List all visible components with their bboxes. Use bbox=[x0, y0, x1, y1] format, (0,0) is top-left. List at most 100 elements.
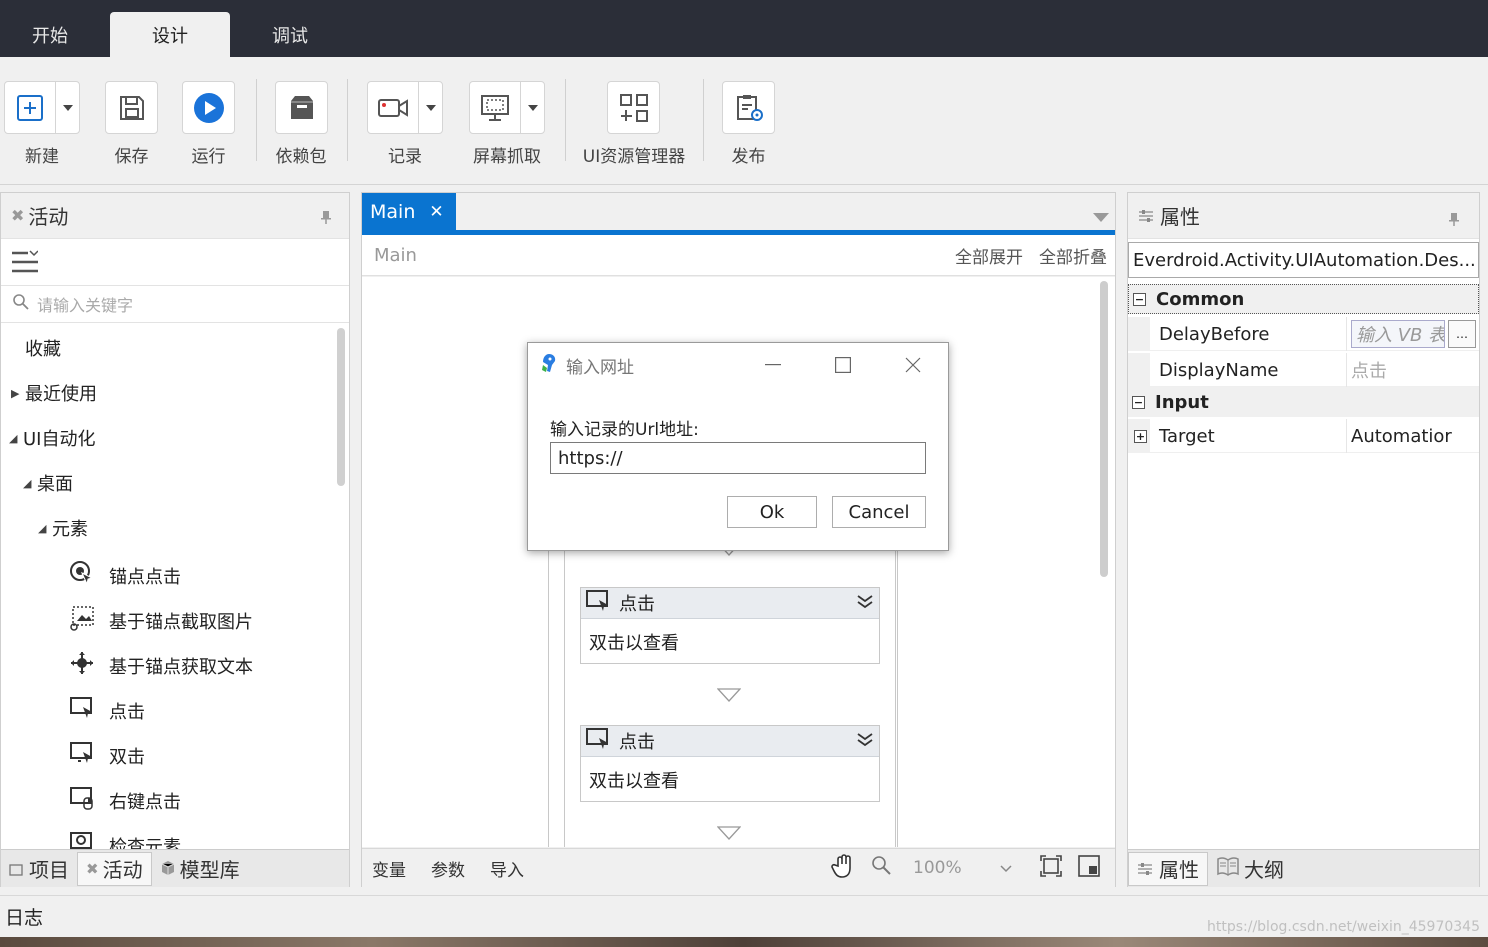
tree-item-ui-automation[interactable]: ◢ UI自动化 bbox=[9, 425, 95, 451]
activity-click[interactable]: 点击 bbox=[69, 695, 145, 726]
ui-resource-manager-button[interactable] bbox=[607, 81, 660, 134]
activity-search-input[interactable]: 请输入关键字 bbox=[1, 285, 349, 323]
collapse-category-icon[interactable]: − bbox=[1132, 395, 1145, 409]
record-button[interactable] bbox=[367, 81, 443, 134]
tab-project[interactable]: 项目 bbox=[1, 852, 77, 886]
displayname-input[interactable]: 点击 bbox=[1346, 353, 1479, 387]
delaybefore-input[interactable]: 输入 VB 表 … bbox=[1346, 317, 1479, 351]
tab-outline[interactable]: 大纲 bbox=[1208, 852, 1292, 886]
play-icon bbox=[183, 82, 234, 133]
screen-capture-dropdown-icon[interactable] bbox=[520, 82, 544, 133]
variables-button[interactable]: 变量 bbox=[372, 856, 406, 881]
click-activity-card[interactable]: 点击 双击以查看 bbox=[580, 587, 880, 664]
overview-icon[interactable] bbox=[1077, 854, 1100, 882]
activity-double-click[interactable]: 双击 bbox=[69, 740, 145, 771]
maximize-icon[interactable] bbox=[808, 343, 878, 387]
pin-icon[interactable] bbox=[321, 209, 331, 224]
click-icon bbox=[69, 695, 97, 726]
tab-debug[interactable]: 调试 bbox=[230, 12, 350, 57]
new-button[interactable] bbox=[4, 81, 80, 134]
imports-button[interactable]: 导入 bbox=[490, 856, 524, 881]
activity-inspect-element[interactable]: 检查元素 bbox=[69, 830, 181, 849]
tab-overflow-icon[interactable] bbox=[1093, 207, 1109, 227]
search-placeholder: 请输入关键字 bbox=[37, 296, 134, 315]
click-activity-card[interactable]: 点击 双击以查看 bbox=[580, 725, 880, 802]
document-tab-main[interactable]: Main ✕ bbox=[362, 193, 456, 230]
new-dropdown-icon[interactable] bbox=[55, 82, 79, 133]
ellipsis-button[interactable]: … bbox=[1448, 320, 1476, 348]
close-tab-icon[interactable]: ✕ bbox=[429, 202, 443, 222]
fit-to-screen-icon[interactable] bbox=[1039, 854, 1062, 882]
expand-all-button[interactable]: 全部展开 bbox=[955, 243, 1023, 268]
tree-item-recent[interactable]: ▶ 最近使用 bbox=[11, 380, 97, 406]
activities-tab-icon: ✖ bbox=[86, 859, 99, 878]
category-input[interactable]: − Input bbox=[1128, 387, 1479, 417]
record-dropdown-icon[interactable] bbox=[418, 82, 442, 133]
activities-panel: ✖ 活动 请输入关键字 收藏 ▶ 最近使用 ◢ UI自动化 ◢ 桌面 ◢ 元素 … bbox=[0, 192, 350, 887]
designer-footer: 变量 参数 导入 100% bbox=[362, 848, 1115, 887]
arguments-button[interactable]: 参数 bbox=[431, 856, 465, 881]
filter-list-icon[interactable] bbox=[12, 250, 39, 279]
collapse-all-button[interactable]: 全部折叠 bbox=[1039, 243, 1107, 268]
tree-item-elements[interactable]: ◢ 元素 bbox=[38, 515, 88, 541]
breadcrumb[interactable]: Main bbox=[374, 245, 417, 266]
activity-anchor-screenshot[interactable]: 基于锚点截取图片 bbox=[69, 605, 253, 636]
tab-design[interactable]: 设计 bbox=[110, 12, 230, 57]
activity-header: 点击 bbox=[581, 588, 879, 619]
tab-model-library[interactable]: 模型库 bbox=[152, 852, 248, 886]
zoom-level[interactable]: 100% bbox=[913, 858, 962, 878]
hand-pan-icon[interactable] bbox=[831, 853, 857, 884]
publish-button[interactable] bbox=[722, 81, 775, 134]
grid-add-icon bbox=[608, 82, 659, 133]
properties-panel-header: 属性 bbox=[1128, 193, 1479, 239]
url-input[interactable]: https:// bbox=[550, 442, 926, 474]
activity-anchor-get-text[interactable]: 基于锚点获取文本 bbox=[69, 650, 253, 681]
tab-activities[interactable]: ✖ 活动 bbox=[77, 851, 152, 886]
selected-activity-type: Everdroid.Activity.UIAutomation.Des... bbox=[1128, 242, 1479, 278]
ribbon-toolbar: 新建 保存 运行 依赖包 记录 屏幕抓取 UI资源管理器 发布 bbox=[0, 57, 1488, 185]
activities-scrollbar[interactable] bbox=[337, 328, 345, 486]
activities-panel-icon: ✖ bbox=[11, 206, 25, 225]
drop-arrow-icon[interactable] bbox=[716, 687, 742, 707]
screen-capture-button[interactable] bbox=[469, 81, 545, 134]
collapse-arrow-icon[interactable]: ◢ bbox=[23, 477, 37, 490]
tree-item-desktop[interactable]: ◢ 桌面 bbox=[23, 470, 73, 496]
tree-item-favorites[interactable]: 收藏 bbox=[25, 335, 61, 361]
property-row-target: + Target Automatior bbox=[1128, 419, 1479, 453]
collapse-chevron-icon[interactable] bbox=[857, 731, 873, 752]
tab-start[interactable]: 开始 bbox=[0, 12, 110, 57]
inspect-element-icon bbox=[69, 830, 97, 849]
dependencies-button[interactable] bbox=[275, 81, 328, 134]
activity-right-click[interactable]: 右键点击 bbox=[69, 785, 181, 816]
save-button[interactable] bbox=[105, 81, 158, 134]
minimize-icon[interactable] bbox=[738, 343, 808, 387]
activity-anchor-click[interactable]: 锚点点击 bbox=[69, 560, 181, 591]
ok-button[interactable]: Ok bbox=[727, 496, 817, 528]
zoom-search-icon[interactable] bbox=[871, 855, 893, 882]
canvas-scrollbar[interactable] bbox=[1100, 281, 1108, 577]
activity-label: 基于锚点获取文本 bbox=[109, 656, 253, 678]
close-icon[interactable] bbox=[878, 343, 948, 387]
activity-label: 右键点击 bbox=[109, 791, 181, 813]
left-bottom-tabs: 项目 ✖ 活动 模型库 bbox=[1, 849, 349, 887]
pin-icon[interactable] bbox=[1449, 211, 1459, 226]
tab-properties[interactable]: 属性 bbox=[1128, 851, 1208, 886]
collapse-arrow-icon[interactable]: ◢ bbox=[9, 432, 23, 445]
collapse-category-icon[interactable]: − bbox=[1133, 292, 1146, 306]
category-common[interactable]: − Common bbox=[1128, 284, 1479, 314]
expand-arrow-icon[interactable]: ▶ bbox=[11, 387, 25, 400]
right-bottom-tabs: 属性 大纲 bbox=[1128, 849, 1479, 887]
vb-expression-input[interactable]: 输入 VB 表 bbox=[1351, 320, 1445, 348]
cancel-button[interactable]: Cancel bbox=[832, 496, 926, 528]
collapse-chevron-icon[interactable] bbox=[857, 593, 873, 614]
clipboard-gear-icon bbox=[723, 82, 774, 133]
dialog-title: 输入网址 bbox=[566, 357, 634, 378]
collapse-arrow-icon[interactable]: ◢ bbox=[38, 522, 52, 535]
expand-property-icon[interactable]: + bbox=[1134, 430, 1147, 443]
target-value[interactable]: Automatior bbox=[1346, 419, 1479, 453]
properties-panel: 属性 Everdroid.Activity.UIAutomation.Des..… bbox=[1127, 192, 1480, 887]
drop-arrow-icon[interactable] bbox=[716, 825, 742, 845]
top-tab-bar: 开始 设计 调试 bbox=[0, 0, 1488, 57]
zoom-dropdown-icon[interactable] bbox=[1000, 858, 1012, 878]
run-button[interactable] bbox=[182, 81, 235, 134]
